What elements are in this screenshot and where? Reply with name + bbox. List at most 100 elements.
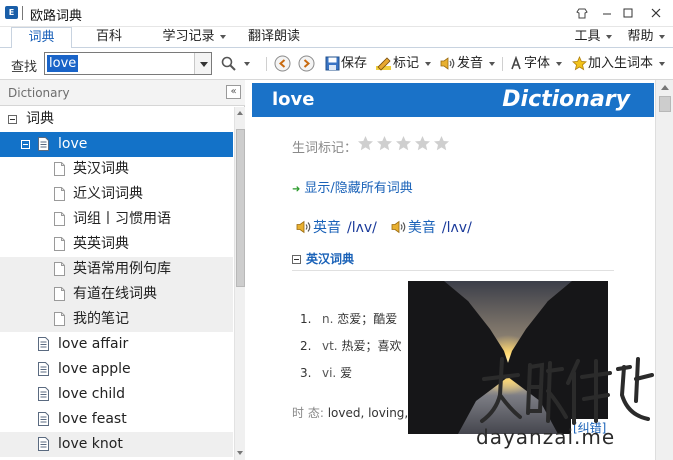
search-dropdown-button[interactable] [194,53,211,74]
collapse-minus-icon[interactable] [8,115,17,124]
mark-button[interactable]: 标记 [375,53,432,75]
search-button[interactable] [221,53,250,75]
tree-item-label: 词组丨习惯用语 [73,211,171,227]
scroll-down-arrow-icon[interactable] [237,451,243,455]
font-label: 字体 [524,56,551,71]
headword: love [272,89,315,110]
pron-us-label: 美音 [407,220,436,236]
toolbar-separator [502,57,503,71]
collapse-minus-icon[interactable] [21,140,30,149]
phonetic-uk: /lʌv/ [347,220,377,236]
tree-item-word[interactable]: love [0,132,233,157]
page-icon [54,212,65,226]
find-label: 查找 [11,60,38,75]
tree-item-word[interactable]: love apple [0,357,233,382]
forward-button[interactable] [298,53,316,75]
tree-item-word[interactable]: love affair [0,332,233,357]
tree-item-dictionary[interactable]: 有道在线词典 [0,282,233,307]
left-scrollbar[interactable] [234,107,245,460]
page-icon [54,312,65,326]
scroll-thumb[interactable] [236,129,245,287]
tree-item-dictionary[interactable]: 我的笔记 [0,307,233,332]
definition-number: 1. [300,312,312,326]
collapse-panel-button[interactable]: « [226,85,241,99]
definition-item: 2. vt. 热爱；喜欢 [300,337,401,354]
star-icon[interactable] [395,135,412,152]
dictionary-banner-title: Dictionary [502,87,630,112]
chevron-down-icon [556,61,563,66]
pronounce-uk-button[interactable]: 英音 [296,220,341,236]
document-icon [38,337,49,351]
save-disk-icon [325,56,340,71]
toolbar: 查找 love 保存 标记 发音 字体 加入生词本 [0,48,673,80]
tense-value: loved, loving, [327,406,409,420]
tree-item-root[interactable]: 词典 [0,107,233,132]
add-vocabulary-button[interactable]: 加入生词本 [572,53,666,75]
star-icon[interactable] [414,135,431,152]
part-of-speech: vt. [322,339,338,353]
chevron-down-icon [605,34,612,39]
toolbar-separator [266,57,267,71]
pronounce-label: 发音 [457,56,484,71]
tree-item-label: 英汉词典 [73,161,129,177]
part-of-speech: vi. [322,366,337,380]
close-button[interactable] [645,4,667,22]
search-input[interactable]: love [47,55,79,72]
menu-help-label: 帮助 [627,29,654,44]
tab-study-records[interactable]: 学习记录 [152,27,236,48]
tree-item-dictionary[interactable]: 英英词典 [0,232,233,257]
page-icon [54,262,65,276]
toggle-dictionaries-link[interactable]: ➜ 显示/隐藏所有词典 [292,177,413,196]
definition-item: 3. vi. 爱 [300,364,352,381]
font-button[interactable]: 字体 [509,53,563,75]
scroll-thumb[interactable] [659,96,671,112]
chevron-down-icon [425,61,432,66]
definition-number: 2. [300,339,312,353]
tree-item-label: love affair [58,336,129,352]
chevron-down-icon [244,61,250,66]
tree-item-dictionary[interactable]: 词组丨习惯用语 [0,207,233,232]
tab-study-records-label: 学习记录 [162,29,215,44]
speaker-icon [440,57,455,70]
tree-item-dictionary[interactable]: 近义词词典 [0,182,233,207]
tree-item-word[interactable]: love child [0,382,233,407]
minimize-button[interactable] [596,4,618,22]
tree-item-dictionary[interactable]: 英汉词典 [0,157,233,182]
document-icon [38,437,49,451]
tab-translate[interactable]: 翻译朗读 [242,27,306,48]
tree-item-word[interactable]: love feast [0,407,233,432]
star-icon[interactable] [357,135,374,152]
pronounce-button[interactable]: 发音 [440,53,496,75]
skin-icon[interactable] [571,4,593,22]
tree-item-dictionary[interactable]: 英语常用例句库 [0,257,233,282]
back-button[interactable] [274,53,292,75]
pronounce-us-button[interactable]: 美音 [391,220,436,236]
section-header-ec-dictionary[interactable]: 英汉词典 [292,250,354,267]
entry-scrollbar[interactable] [655,80,673,460]
star-icon[interactable] [376,135,393,152]
tree-item-label: 英语常用例句库 [73,261,171,277]
star-icon[interactable] [433,135,450,152]
scroll-up-arrow-icon[interactable] [661,85,669,90]
tree-item-word[interactable]: love knot [0,432,233,457]
title-separator [22,6,23,20]
tab-dictionary[interactable]: 词典 [11,27,72,49]
page-icon [54,162,65,176]
forward-arrow-icon [298,55,315,72]
rating-stars[interactable] [357,135,452,156]
menu-help[interactable]: 帮助 [622,27,670,48]
search-combobox[interactable]: love [44,52,212,75]
page-icon [54,237,65,251]
left-panel: Dictionary « 词典 love 英汉词典 近义词词典 词组丨习惯用语 英英词典英… [0,80,245,460]
tree-item-label: love knot [58,436,123,452]
pencil-highlight-icon [376,57,391,71]
save-button[interactable]: 保存 [325,53,367,75]
document-icon [38,362,49,376]
star-icon [572,56,587,71]
scroll-up-arrow-icon[interactable] [237,111,243,115]
tab-encyclopedia[interactable]: 百科 [85,27,133,48]
menu-tools[interactable]: 工具 [570,27,616,48]
collapse-minus-icon[interactable] [292,255,301,264]
toggle-dictionaries-label: 显示/隐藏所有词典 [304,181,413,196]
maximize-button[interactable] [617,4,639,22]
